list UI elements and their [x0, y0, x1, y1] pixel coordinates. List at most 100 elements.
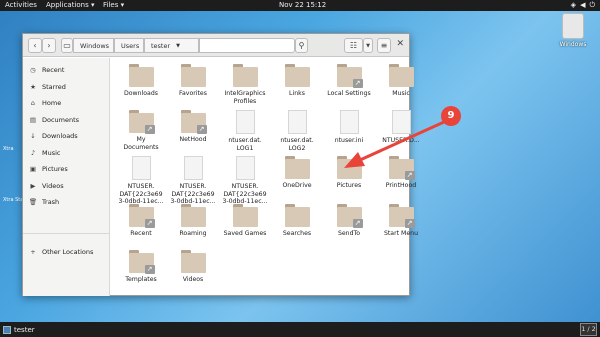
shortcut-arrow-icon: ↗ [352, 79, 363, 88]
sidebar-item-documents[interactable]: ▤ Documents [23, 113, 110, 127]
search-button[interactable]: ⚲ [295, 38, 308, 53]
file-item[interactable]: NTUSER. DAT{22c3e69 3-0dbd-11ec... [115, 156, 167, 206]
shortcut-arrow-icon: ↗ [144, 219, 155, 228]
breadcrumb-users[interactable]: Users [114, 38, 144, 53]
file-item-label: IntelGraphics Profiles [224, 90, 266, 105]
file-item[interactable]: Saved Games [219, 204, 271, 238]
file-item[interactable]: Downloads [115, 64, 167, 98]
breadcrumb-windows[interactable]: Windows [73, 38, 114, 53]
file-item-label: ntuser.dat. LOG1 [228, 137, 262, 152]
view-dropdown-button[interactable]: ▼ [363, 38, 373, 53]
file-item[interactable]: OneDrive [271, 156, 323, 190]
sidebar-item-downloads[interactable]: ↓ Downloads [23, 129, 110, 143]
folder-icon [284, 64, 310, 87]
sidebar-item-home[interactable]: ⌂ Home [23, 96, 110, 110]
network-icon: ◈ [570, 1, 577, 9]
music-icon: ♪ [30, 148, 36, 157]
file-item-label: NTUSER. DAT{22c3e69 3-0dbd-11ec... [170, 183, 216, 205]
folder-link-icon: ↗ [128, 110, 155, 134]
menu-button[interactable]: ≡ [377, 38, 391, 53]
file-item[interactable]: ↗ Templates [115, 250, 167, 284]
system-tray[interactable]: ◈ ◀ ⏻ [571, 0, 595, 11]
file-item[interactable]: Music [375, 64, 427, 98]
file-item[interactable]: Videos [167, 250, 219, 284]
hamburger-icon: ≡ [380, 41, 388, 50]
chevron-right-icon: › [47, 41, 51, 50]
file-item[interactable]: IntelGraphics Profiles [219, 64, 271, 105]
file-item[interactable]: Links [271, 64, 323, 98]
shortcut-arrow-icon: ↗ [144, 125, 155, 134]
file-item[interactable]: NTUSER. DAT{22c3e69 3-0dbd-11ec... [219, 156, 271, 206]
sidebar-item-label: Videos [42, 181, 64, 190]
sidebar-item-other-locations[interactable]: + Other Locations [23, 245, 110, 259]
desktop-drive-windows[interactable]: Windows [556, 13, 590, 48]
file-item-label: PrintHood [385, 182, 417, 189]
document-icon: ▤ [29, 115, 37, 124]
desktop-icon-label: Windows [559, 41, 587, 48]
folder-icon [232, 204, 258, 227]
file-item-label: SendTo [337, 230, 361, 237]
file-item[interactable]: NTUSER.D... [375, 110, 427, 145]
folder-icon [388, 64, 414, 87]
search-icon: ⚲ [298, 41, 305, 50]
sidebar-item-videos[interactable]: ▶ Videos [23, 179, 110, 193]
sidebar-item-trash[interactable]: 🗑 Trash [23, 195, 110, 209]
file-item[interactable]: ↗ Recent [115, 204, 167, 238]
sidebar-item-recent[interactable]: ◷ Recent [23, 63, 110, 77]
file-item[interactable]: ↗ Start Menu [375, 204, 427, 238]
picture-icon: ▣ [29, 165, 37, 173]
folder-link-icon: ↗ [388, 156, 415, 180]
shortcut-arrow-icon: ↗ [352, 219, 363, 228]
shortcut-arrow-icon: ↗ [404, 219, 415, 228]
sidebar-item-label: Other Locations [42, 248, 94, 256]
file-item[interactable]: Pictures [323, 156, 375, 190]
file-item-label: Downloads [124, 90, 158, 97]
file-item[interactable]: ↗ SendTo [323, 204, 375, 238]
folder-link-icon: ↗ [388, 204, 415, 228]
file-item[interactable]: ↗ NetHood [167, 110, 219, 144]
sidebar-item-starred[interactable]: ★ Starred [23, 80, 110, 94]
file-item-label: My Documents [123, 136, 159, 151]
file-item-label: Start Menu [383, 230, 419, 237]
file-item-label: Searches [282, 230, 312, 237]
file-item[interactable]: ntuser.ini [323, 110, 375, 145]
file-item[interactable]: Roaming [167, 204, 219, 238]
sidebar-item-label: Pictures [42, 165, 68, 173]
file-item[interactable]: Searches [271, 204, 323, 238]
file-item[interactable]: ↗ PrintHood [375, 156, 427, 190]
video-icon: ▶ [30, 181, 36, 190]
file-icon [183, 156, 203, 180]
file-item[interactable]: NTUSER. DAT{22c3e69 3-0dbd-11ec... [167, 156, 219, 206]
folder-link-icon: ↗ [336, 204, 363, 228]
applications-menu[interactable]: Applications ▾ [46, 0, 95, 11]
breadcrumb-tester[interactable]: tester ▼ [144, 38, 199, 53]
file-item[interactable]: ntuser.dat. LOG1 [219, 110, 271, 152]
file-item[interactable]: ntuser.dat. LOG2 [271, 110, 323, 152]
workspace-pager[interactable]: 1 / 2 [580, 323, 597, 336]
view-options-button[interactable]: ☷ [344, 38, 363, 53]
sidebar: ◷ Recent ★ Starred ⌂ Home ▤ Documents ↓ Downloads… [23, 58, 110, 296]
file-item[interactable]: ↗ My Documents [115, 110, 167, 151]
caret-down-icon: ▼ [366, 42, 370, 49]
file-item[interactable]: ↗ Local Settings [323, 64, 375, 98]
path-bar-empty[interactable] [199, 38, 295, 53]
file-item-label: Templates [125, 276, 157, 283]
close-button[interactable]: ✕ [396, 39, 404, 49]
back-button[interactable]: ‹ [28, 38, 42, 53]
sidebar-separator [23, 233, 110, 234]
files-menu[interactable]: Files ▾ [103, 0, 124, 11]
taskbar-window-tester[interactable]: tester [3, 324, 35, 335]
sidebar-item-pictures[interactable]: ▣ Pictures [23, 162, 110, 176]
file-item[interactable]: Favorites [167, 64, 219, 98]
folder-icon [336, 156, 362, 179]
download-icon: ↓ [30, 132, 36, 140]
sidebar-item-music[interactable]: ♪ Music [23, 146, 110, 160]
clock[interactable]: Nov 22 15:12 [279, 0, 326, 11]
folder-icon [232, 64, 258, 87]
file-grid: Downloads Favorites IntelGraphics Profiles… [111, 58, 420, 296]
step-badge: 9 [441, 106, 461, 126]
file-icon [235, 156, 255, 180]
forward-button[interactable]: › [42, 38, 56, 53]
drive-location-button[interactable]: ▭ [61, 38, 73, 53]
activities-button[interactable]: Activities [5, 0, 37, 11]
